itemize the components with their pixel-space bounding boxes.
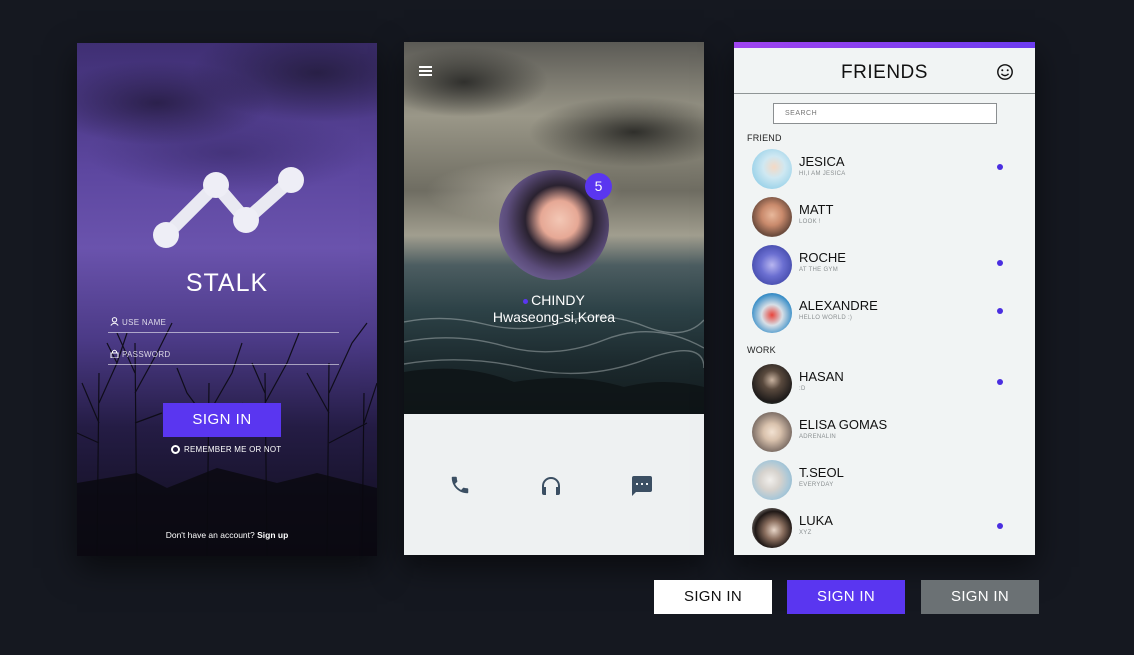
- username-field[interactable]: USE NAME: [108, 313, 339, 333]
- avatar: [752, 508, 792, 548]
- friend-status: :D: [799, 386, 806, 392]
- list-item[interactable]: ROCHE AT THE GYM: [752, 245, 1017, 287]
- profile-screen: 5 CHINDY Hwaseong-si,Korea: [404, 42, 704, 555]
- signup-line: Don't have an account? Sign up: [77, 530, 377, 540]
- app-name: STALK: [185, 269, 269, 297]
- online-indicator: [997, 523, 1003, 529]
- avatar: [752, 245, 792, 285]
- remember-label: REMEMBER ME OR NOT: [184, 445, 282, 454]
- smiley-icon[interactable]: [996, 63, 1014, 81]
- avatar: [752, 460, 792, 500]
- lock-icon: [110, 349, 119, 358]
- friend-status: HELLO WORLD :): [799, 315, 853, 321]
- list-item[interactable]: MATT LOOK !: [752, 197, 1017, 239]
- sign-in-button[interactable]: SIGN IN: [163, 403, 281, 437]
- friends-screen: FRIENDS FRIEND JESICA HI,I AM JESICA MAT…: [734, 42, 1035, 555]
- phone-icon[interactable]: [449, 474, 471, 496]
- avatar: [752, 364, 792, 404]
- online-indicator: [997, 308, 1003, 314]
- avatar: [752, 412, 792, 452]
- list-item[interactable]: T.SEOL EVERYDAY: [752, 460, 1017, 502]
- friend-name: JESICA: [799, 154, 845, 169]
- friend-status: HI,I AM JESICA: [799, 171, 846, 177]
- user-icon: [110, 317, 119, 326]
- avatar: [752, 293, 792, 333]
- sign-in-button-gray[interactable]: SIGN IN: [921, 580, 1039, 614]
- menu-icon[interactable]: [419, 66, 432, 76]
- friend-status: XYZ: [799, 530, 812, 536]
- stalk-logo: [153, 167, 304, 248]
- login-screen: STALK USE NAME PASSWORD SIGN IN REMEMBER…: [77, 43, 377, 556]
- friend-status: ADRENALIN: [799, 434, 837, 440]
- sign-in-button-purple[interactable]: SIGN IN: [787, 580, 905, 614]
- chat-icon[interactable]: [630, 474, 654, 498]
- list-item[interactable]: HASAN :D: [752, 364, 1017, 406]
- page-title: FRIENDS: [841, 62, 928, 83]
- section-label-friend: FRIEND: [747, 133, 782, 143]
- profile-name: CHINDY: [531, 292, 585, 308]
- friend-name: T.SEOL: [799, 465, 844, 480]
- tree-silhouette: [77, 322, 377, 556]
- headphones-icon[interactable]: [539, 474, 563, 498]
- list-item[interactable]: ALEXANDRE HELLO WORLD :): [752, 293, 1017, 335]
- friend-name: ALEXANDRE: [799, 298, 878, 313]
- remember-me-toggle[interactable]: REMEMBER ME OR NOT: [171, 445, 281, 454]
- notification-badge[interactable]: 5: [585, 173, 612, 200]
- online-indicator: [997, 164, 1003, 170]
- friend-status: EVERYDAY: [799, 482, 834, 488]
- friend-name: ROCHE: [799, 250, 846, 265]
- friend-name: HASAN: [799, 369, 844, 384]
- profile-name-row: CHINDY: [404, 292, 704, 308]
- friend-name: MATT: [799, 202, 834, 217]
- list-item[interactable]: ELISA GOMAS ADRENALIN: [752, 412, 1017, 454]
- friend-status: AT THE GYM: [799, 267, 839, 273]
- friend-name: ELISA GOMAS: [799, 417, 888, 432]
- password-placeholder: PASSWORD: [122, 350, 171, 359]
- friends-header: FRIENDS: [734, 48, 1035, 94]
- sign-in-button-white[interactable]: SIGN IN: [654, 580, 772, 614]
- search-input[interactable]: [773, 103, 997, 124]
- list-item[interactable]: LUKA XYZ: [752, 508, 1017, 550]
- list-item[interactable]: JESICA HI,I AM JESICA: [752, 149, 1017, 191]
- password-field[interactable]: PASSWORD: [108, 345, 339, 365]
- avatar: [752, 149, 792, 189]
- profile-location: Hwaseong-si,Korea: [492, 309, 616, 325]
- friend-status: LOOK !: [799, 219, 821, 225]
- radio-icon[interactable]: [171, 445, 180, 454]
- friend-name: LUKA: [799, 513, 833, 528]
- avatar: [752, 197, 792, 237]
- online-indicator: [997, 260, 1003, 266]
- online-indicator: [997, 379, 1003, 385]
- signup-prompt: Don't have an account?: [165, 530, 255, 540]
- signup-link[interactable]: Sign up: [257, 530, 288, 540]
- section-label-work: WORK: [747, 345, 776, 355]
- online-dot-icon: [523, 298, 529, 304]
- username-placeholder: USE NAME: [122, 318, 167, 327]
